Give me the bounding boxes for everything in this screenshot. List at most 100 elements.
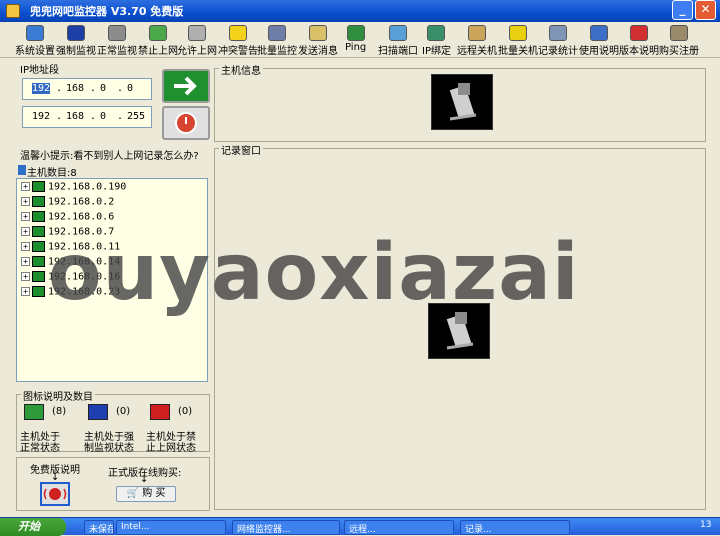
toolbar-button-5[interactable]: 冲突警告 xyxy=(218,25,258,57)
toolbar-button-label: 发送消息 xyxy=(298,46,338,57)
expand-icon[interactable]: + xyxy=(21,287,30,296)
ip-octet[interactable]: 168 xyxy=(66,83,84,94)
expand-icon[interactable]: + xyxy=(21,242,30,251)
host-tree-row[interactable]: +192.168.0.2 xyxy=(21,196,114,210)
title-bar: 兜兜网吧监控器 V3.70 免费版 _ ✕ xyxy=(0,0,720,22)
toolbar-button-0[interactable]: 系统设置 xyxy=(15,25,55,57)
alarm-icon xyxy=(43,488,67,500)
taskbar-item[interactable]: 记录... xyxy=(460,520,570,535)
toolbar-button-label: 冲突警告 xyxy=(218,46,258,57)
toolbar-button-label: 扫描端口 xyxy=(378,46,418,57)
computer-normal-icon xyxy=(32,181,45,192)
stop-scan-button[interactable] xyxy=(162,106,210,140)
warning-icon xyxy=(229,25,247,41)
record-window-title: 记录窗口 xyxy=(219,142,263,157)
ip-octet[interactable]: 0 xyxy=(100,111,106,122)
toolbar-button-9[interactable]: 扫描端口 xyxy=(378,25,418,57)
host-info-title: 主机信息 xyxy=(219,62,263,77)
computer-normal-icon xyxy=(32,256,45,267)
start-scan-button[interactable] xyxy=(162,69,210,103)
ip-octet[interactable]: 168 xyxy=(66,111,84,122)
arrow-right-icon xyxy=(174,76,197,96)
expand-icon[interactable]: + xyxy=(21,227,30,236)
toolbar-button-7[interactable]: 发送消息 xyxy=(298,25,338,57)
computer-normal-icon xyxy=(32,241,45,252)
toolbar-button-4[interactable]: 允许上网 xyxy=(177,25,217,57)
host-tree-row[interactable]: +192.168.0.6 xyxy=(21,211,114,225)
legend-count: (8) xyxy=(52,406,67,417)
message-icon xyxy=(309,25,327,41)
toolbar-button-8[interactable]: Ping xyxy=(345,25,366,53)
clock: 13 xyxy=(700,520,712,530)
toolbar-button-label: 正常监视 xyxy=(97,46,137,57)
toolbar-button-label: 远程关机 xyxy=(457,46,497,57)
toolbar-button-label: 批量监控 xyxy=(257,46,297,57)
toolbar-button-label: 购买注册 xyxy=(659,46,699,57)
buy-button[interactable]: 🛒 购 买 xyxy=(116,486,176,502)
app-icon xyxy=(6,4,20,18)
stats-icon xyxy=(549,25,567,41)
monitor-grey-icon xyxy=(108,25,126,41)
ip-octet[interactable]: 0 xyxy=(100,83,106,94)
minimize-button[interactable]: _ xyxy=(672,0,693,20)
legend-computer-icon xyxy=(150,404,170,420)
taskbar-item[interactable]: 未保存 xyxy=(84,520,114,535)
toolbar-button-label: 强制监视 xyxy=(56,46,96,57)
host-tree-row[interactable]: +192.168.0.190 xyxy=(21,181,126,195)
toolbar-button-label: IP绑定 xyxy=(422,46,451,57)
legend-title: 图标说明及数目 xyxy=(21,388,95,403)
ip-dot: . xyxy=(90,111,97,122)
computer-normal-icon xyxy=(32,271,45,282)
computer-normal-icon xyxy=(32,196,45,207)
toolbar: 系统设置 强制监视 正常监视 禁止上网 允许上网 冲突警告 批量监控 发送消息 Ping 扫描端口… xyxy=(0,22,720,58)
tip-link[interactable]: 温馨小提示:看不到别人上网记录怎么办? xyxy=(20,147,199,162)
toolbar-button-6[interactable]: 批量监控 xyxy=(257,25,297,57)
toolbar-button-2[interactable]: 正常监视 xyxy=(97,25,137,57)
expand-icon[interactable]: + xyxy=(21,272,30,281)
ip-octet[interactable]: 255 xyxy=(127,111,145,122)
legend-computer-icon xyxy=(24,404,44,420)
start-ip-input[interactable]: 192. 168. 0. 0 xyxy=(22,78,152,100)
toolbar-button-label: 使用说明 xyxy=(579,46,619,57)
free-version-button[interactable] xyxy=(40,482,70,506)
toolbar-button-label: 禁止上网 xyxy=(138,46,178,57)
taskbar-item[interactable]: 网络监控器... xyxy=(232,520,340,535)
ip-octet[interactable]: 0 xyxy=(127,83,133,94)
taskbar-item[interactable]: Intel... xyxy=(116,520,226,535)
expand-icon[interactable]: + xyxy=(21,212,30,221)
ip-dot: . xyxy=(117,111,124,122)
expand-icon[interactable]: + xyxy=(21,182,30,191)
legend-desc: 制监视状态 xyxy=(84,443,134,454)
toolbar-button-14[interactable]: 使用说明 xyxy=(579,25,619,57)
start-button[interactable]: 开始 xyxy=(0,518,66,536)
taskbar-item[interactable]: 远程... xyxy=(344,520,454,535)
end-ip-input[interactable]: 192. 168. 0. 255 xyxy=(22,106,152,128)
expand-icon[interactable]: + xyxy=(21,257,30,266)
close-button[interactable]: ✕ xyxy=(695,0,716,20)
monitor-icon xyxy=(67,25,85,41)
ip-octet[interactable]: 192 xyxy=(32,111,50,122)
toolbar-button-label: 系统设置 xyxy=(15,46,55,57)
toolbar-button-label: Ping xyxy=(345,42,367,53)
toolbar-button-12[interactable]: 批量关机 xyxy=(498,25,538,57)
cart-icon: 🛒 xyxy=(126,488,140,499)
toolbar-button-1[interactable]: 强制监视 xyxy=(56,25,96,57)
ip-octet[interactable]: 192 xyxy=(32,83,51,94)
stop-icon xyxy=(175,112,197,134)
toolbar-button-15[interactable]: 版本说明 xyxy=(619,25,659,57)
remote-shutdown-icon xyxy=(468,25,486,41)
toolbar-button-11[interactable]: 远程关机 xyxy=(457,25,497,57)
legend-desc: 正常状态 xyxy=(20,443,60,454)
toolbar-button-16[interactable]: 购买注册 xyxy=(659,25,699,57)
toolbar-button-label: 版本说明 xyxy=(619,46,659,57)
toolbar-button-13[interactable]: 记录统计 xyxy=(538,25,578,57)
computer-normal-icon xyxy=(32,226,45,237)
globe-icon xyxy=(346,25,365,41)
host-ip: 192.168.0.6 xyxy=(48,211,115,223)
expand-icon[interactable]: + xyxy=(21,197,30,206)
window-title: 兜兜网吧监控器 V3.70 免费版 xyxy=(30,5,184,18)
buy-button-label: 购 买 xyxy=(142,488,166,499)
toolbar-button-10[interactable]: IP绑定 xyxy=(422,25,451,57)
host-count-label: 主机数目:8 xyxy=(27,168,77,179)
toolbar-button-3[interactable]: 禁止上网 xyxy=(138,25,178,57)
